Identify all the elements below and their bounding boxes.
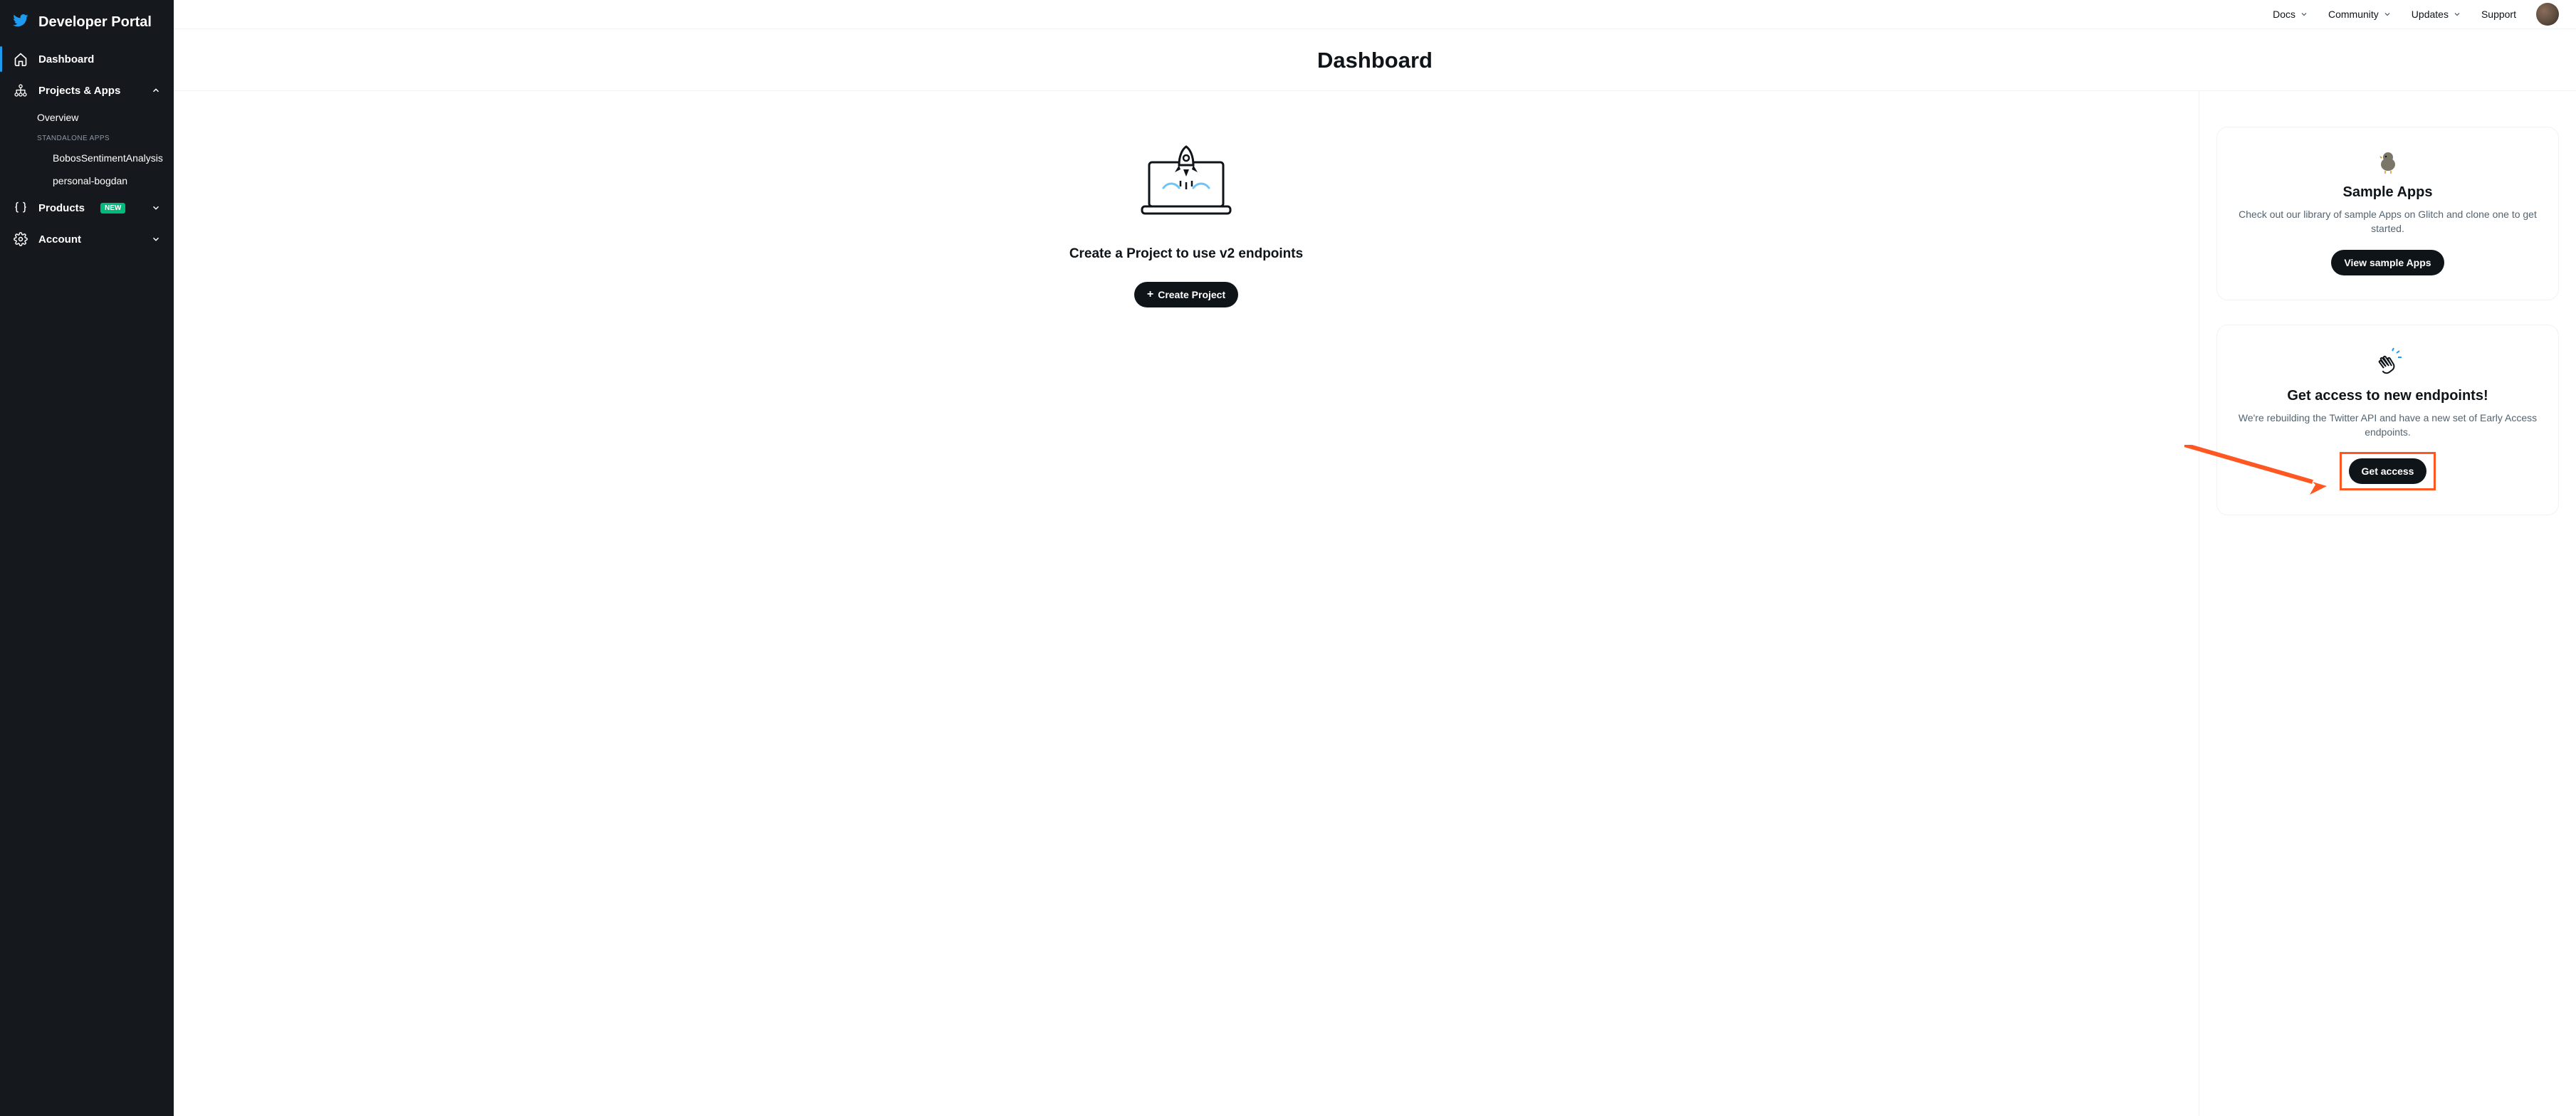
- topbar-updates-label: Updates: [2412, 9, 2449, 20]
- annotation-highlight-box: Get access: [2340, 452, 2436, 490]
- create-project-label: Create Project: [1158, 289, 1225, 300]
- sidebar: Developer Portal Dashboard Projects & Ap…: [0, 0, 174, 1116]
- nav-products[interactable]: Products NEW: [0, 192, 174, 223]
- braces-icon: [13, 201, 28, 215]
- topbar-community-label: Community: [2328, 9, 2379, 20]
- brand: Developer Portal: [0, 9, 174, 43]
- hero-heading: Create a Project to use v2 endpoints: [1069, 246, 1303, 262]
- center-column: Create a Project to use v2 endpoints + C…: [174, 91, 2199, 1116]
- get-access-card: Get access to new endpoints! We're rebui…: [2216, 325, 2559, 515]
- nav-app-0[interactable]: BobosSentimentAnalysis: [0, 147, 174, 169]
- page-header: Dashboard: [174, 29, 2576, 91]
- home-icon: [13, 52, 28, 66]
- view-sample-apps-button[interactable]: View sample Apps: [2331, 250, 2444, 275]
- plus-icon: +: [1147, 289, 1153, 300]
- chevron-down-icon: [2383, 10, 2392, 19]
- nav-account-label: Account: [38, 233, 81, 246]
- topbar-docs-label: Docs: [2273, 9, 2295, 20]
- get-access-desc: We're rebuilding the Twitter API and hav…: [2237, 411, 2538, 439]
- gear-icon: [13, 232, 28, 246]
- twitter-logo-icon: [13, 14, 28, 27]
- nav-account[interactable]: Account: [0, 223, 174, 255]
- new-badge: NEW: [100, 203, 125, 214]
- get-access-title: Get access to new endpoints!: [2237, 388, 2538, 404]
- rocket-laptop-illustration-icon: [1136, 141, 1236, 219]
- get-access-button[interactable]: Get access: [2349, 458, 2427, 484]
- nav-overview[interactable]: Overview: [0, 106, 174, 129]
- page-title: Dashboard: [174, 48, 2576, 73]
- nav-projects-apps-label: Projects & Apps: [38, 85, 120, 97]
- view-sample-apps-label: View sample Apps: [2344, 257, 2431, 268]
- main: Docs Community Updates Support Dashboard: [174, 0, 2576, 1116]
- brand-title: Developer Portal: [38, 14, 152, 31]
- sample-apps-desc: Check out our library of sample Apps on …: [2237, 208, 2538, 236]
- topbar-updates[interactable]: Updates: [2412, 9, 2461, 20]
- sample-apps-card: Sample Apps Check out our library of sam…: [2216, 127, 2559, 300]
- topbar-docs[interactable]: Docs: [2273, 9, 2308, 20]
- nav-app-1[interactable]: personal-bogdan: [0, 169, 174, 192]
- right-column: Sample Apps Check out our library of sam…: [2199, 91, 2576, 1116]
- get-access-label: Get access: [2362, 465, 2414, 477]
- clap-icon: [2237, 347, 2538, 378]
- chevron-up-icon: [151, 85, 161, 95]
- nav: Dashboard Projects & Apps Overview STAND…: [0, 43, 174, 255]
- content: Create a Project to use v2 endpoints + C…: [174, 91, 2576, 1116]
- nav-standalone-label: STANDALONE APPS: [0, 129, 174, 147]
- topbar-support-label: Support: [2481, 9, 2516, 20]
- nav-dashboard[interactable]: Dashboard: [0, 43, 174, 75]
- create-project-button[interactable]: + Create Project: [1134, 282, 1238, 307]
- hierarchy-icon: [13, 83, 28, 98]
- chevron-down-icon: [2453, 10, 2461, 19]
- chevron-down-icon: [151, 234, 161, 244]
- nav-products-label: Products: [38, 202, 85, 214]
- topbar: Docs Community Updates Support: [174, 0, 2576, 29]
- sample-apps-title: Sample Apps: [2237, 184, 2538, 201]
- nav-dashboard-label: Dashboard: [38, 53, 94, 65]
- topbar-community[interactable]: Community: [2328, 9, 2392, 20]
- topbar-support[interactable]: Support: [2481, 9, 2516, 20]
- nav-projects-apps[interactable]: Projects & Apps: [0, 75, 174, 106]
- annotation-arrow-icon: [2184, 445, 2334, 495]
- avatar[interactable]: [2536, 3, 2559, 26]
- chick-icon: [2237, 149, 2538, 174]
- chevron-down-icon: [2300, 10, 2308, 19]
- chevron-down-icon: [151, 203, 161, 213]
